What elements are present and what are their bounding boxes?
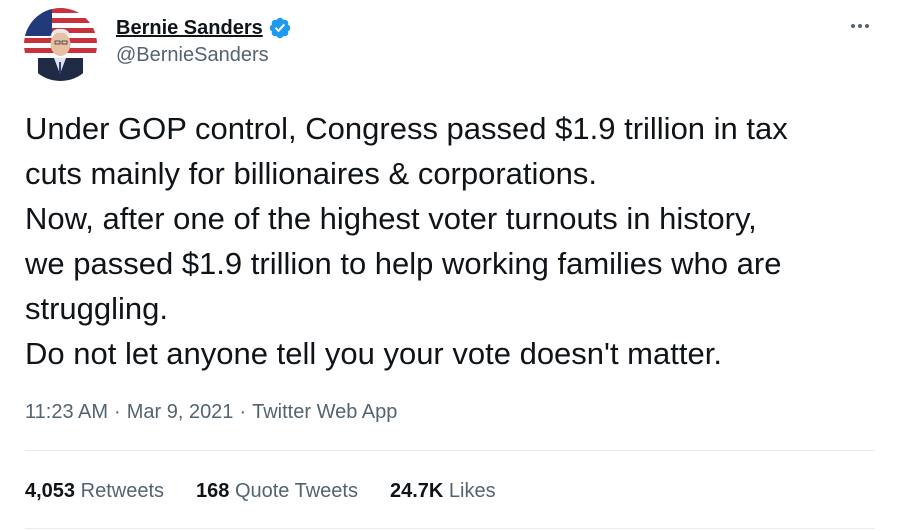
tweet-text-line: cuts mainly for billionaires & corporati…: [25, 156, 598, 191]
tweet-text-line: Do not let anyone tell you your vote doe…: [25, 336, 722, 371]
quote-tweets-stat[interactable]: 168 Quote Tweets: [196, 480, 358, 503]
tweet-date[interactable]: Mar 9, 2021: [127, 401, 234, 424]
tweet-metadata: 11:23 AM · Mar 9, 2021 · Twitter Web App: [25, 397, 397, 427]
likes-stat[interactable]: 24.7K Likes: [390, 480, 496, 503]
more-options-icon[interactable]: [846, 14, 874, 38]
quote-tweets-label: Quote Tweets: [234, 479, 358, 502]
author-display-name[interactable]: Bernie Sanders: [116, 17, 263, 40]
divider: [25, 528, 875, 529]
retweets-label: Retweets: [80, 479, 164, 502]
avatar[interactable]: [24, 8, 97, 81]
meta-separator: ·: [239, 400, 247, 423]
retweets-stat[interactable]: 4,053 Retweets: [25, 480, 164, 503]
tweet-source[interactable]: Twitter Web App: [252, 401, 397, 424]
retweets-count: 4,053: [25, 479, 76, 502]
verified-badge-icon: [268, 16, 292, 40]
tweet-card: Bernie Sanders @BernieSanders Under GOP …: [0, 0, 905, 531]
tweet-text-line: we passed $1.9 trillion to help working …: [25, 246, 782, 281]
meta-separator: ·: [114, 400, 121, 423]
tweet-time[interactable]: 11:23 AM: [25, 401, 108, 424]
author-name-row: Bernie Sanders: [116, 14, 292, 42]
engagement-stats: 4,053 Retweets 168 Quote Tweets 24.7K Li…: [25, 476, 528, 506]
tweet-text-line: Now, after one of the highest voter turn…: [25, 201, 757, 236]
avatar-image: [24, 8, 97, 81]
tweet-text-line: Under GOP control, Congress passed $1.9 …: [25, 111, 788, 146]
likes-count: 24.7K: [389, 479, 444, 502]
divider: [25, 450, 875, 451]
author-handle[interactable]: @BernieSanders: [116, 44, 269, 67]
tweet-text-line: struggling.: [25, 291, 169, 326]
tweet-text: Under GOP control, Congress passed $1.9 …: [25, 106, 885, 376]
quote-tweets-count: 168: [196, 479, 230, 502]
likes-label: Likes: [448, 479, 496, 502]
